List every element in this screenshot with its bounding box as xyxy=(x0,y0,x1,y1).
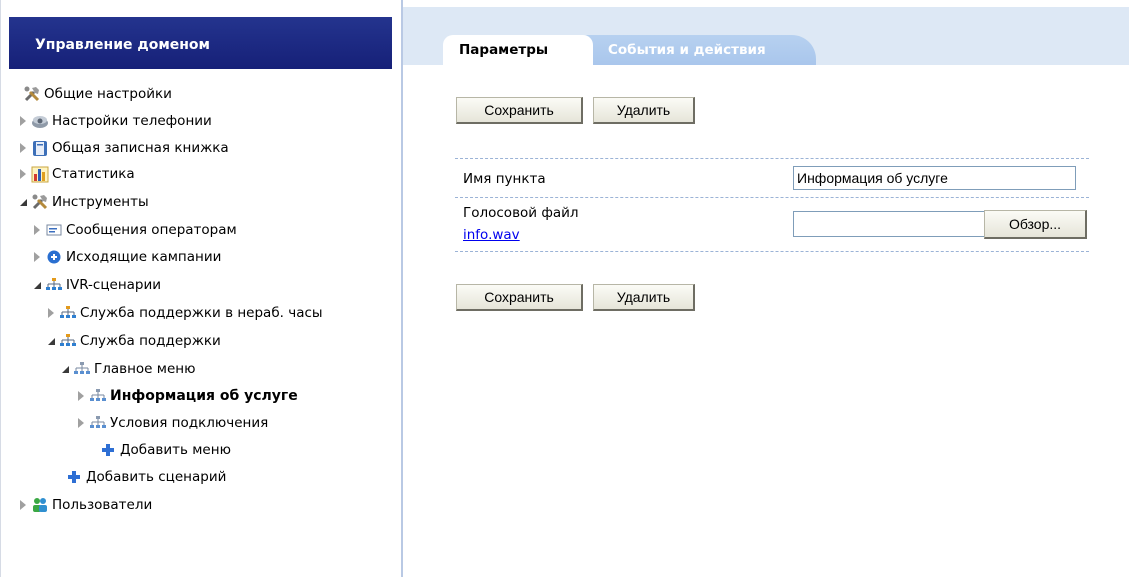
statistics-icon xyxy=(31,165,49,183)
collapse-arrow-icon[interactable] xyxy=(19,197,29,207)
navigation-panel: Управление доменом Общие настройки Настр… xyxy=(0,0,403,577)
name-input[interactable] xyxy=(793,166,1076,190)
expand-arrow-icon[interactable] xyxy=(19,500,29,510)
ivr-tree-icon xyxy=(45,276,63,294)
telephone-icon xyxy=(31,112,49,130)
tree-item-main-menu[interactable]: Главное меню xyxy=(61,357,195,381)
address-book-icon xyxy=(31,139,49,157)
tree-item-tools[interactable]: Инструменты xyxy=(19,190,149,214)
expand-arrow-icon[interactable] xyxy=(19,143,29,153)
panel-title: Управление доменом xyxy=(9,17,392,69)
voice-file-link[interactable]: info.wav xyxy=(463,227,520,243)
tree-item-service-info[interactable]: Информация об услуге xyxy=(77,384,298,408)
tree-item-general-settings[interactable]: Общие настройки xyxy=(23,82,172,106)
save-button-bottom[interactable]: Сохранить xyxy=(456,284,583,311)
tab-bar: События и действия Параметры xyxy=(403,7,1129,65)
campaign-icon xyxy=(45,248,63,266)
tree-item-operator-messages[interactable]: Сообщения операторам xyxy=(33,218,237,242)
delete-button-bottom[interactable]: Удалить xyxy=(593,284,695,311)
voice-file-input[interactable] xyxy=(793,211,985,237)
add-menu-link[interactable]: Добавить меню xyxy=(99,438,231,462)
tab-parameters[interactable]: Параметры xyxy=(443,35,593,65)
tree-item-outbound-campaigns[interactable]: Исходящие кампании xyxy=(33,245,221,269)
tools-icon xyxy=(23,85,41,103)
tree-item-users[interactable]: Пользователи xyxy=(19,493,152,517)
menu-tree-icon xyxy=(89,414,107,432)
expand-arrow-icon[interactable] xyxy=(77,391,87,401)
voice-file-label: Голосовой файл xyxy=(463,205,579,221)
name-field-label: Имя пункта xyxy=(463,171,546,187)
expand-arrow-icon[interactable] xyxy=(47,308,57,318)
menu-tree-icon xyxy=(89,387,107,405)
ivr-tree-icon xyxy=(59,332,77,350)
tree-item-telephony-settings[interactable]: Настройки телефонии xyxy=(19,109,212,133)
expand-arrow-icon[interactable] xyxy=(77,418,87,428)
tree-item-address-book[interactable]: Общая записная книжка xyxy=(19,136,229,160)
message-icon xyxy=(45,221,63,239)
delete-button-top[interactable]: Удалить xyxy=(593,97,695,124)
tree-item-support-after-hours[interactable]: Служба поддержки в нераб. часы xyxy=(47,301,323,325)
save-button-top[interactable]: Сохранить xyxy=(456,97,583,124)
tree-item-support[interactable]: Служба поддержки xyxy=(47,329,221,353)
form-divider xyxy=(455,251,1089,252)
expand-arrow-icon[interactable] xyxy=(19,169,29,179)
collapse-arrow-icon[interactable] xyxy=(33,280,43,290)
collapse-arrow-icon[interactable] xyxy=(47,336,57,346)
menu-tree-icon xyxy=(73,360,91,378)
expand-arrow-icon[interactable] xyxy=(33,252,43,262)
content-area: События и действия Параметры Сохранить У… xyxy=(403,0,1129,577)
expand-arrow-icon[interactable] xyxy=(19,116,29,126)
expand-arrow-icon[interactable] xyxy=(33,225,43,235)
collapse-arrow-icon[interactable] xyxy=(61,364,71,374)
tree-item-ivr-scenarios[interactable]: IVR-сценарии xyxy=(33,273,161,297)
plus-icon xyxy=(99,441,117,459)
form-divider xyxy=(455,158,1089,159)
users-icon xyxy=(31,496,49,514)
plus-icon xyxy=(65,468,83,486)
form-divider xyxy=(455,197,1089,198)
browse-button[interactable]: Обзор... xyxy=(984,210,1087,239)
ivr-tree-icon xyxy=(59,304,77,322)
tree-item-statistics[interactable]: Статистика xyxy=(19,162,135,186)
tree-item-connection-terms[interactable]: Условия подключения xyxy=(77,411,268,435)
tab-events-actions[interactable]: События и действия xyxy=(578,35,816,65)
add-scenario-link[interactable]: Добавить сценарий xyxy=(65,465,226,489)
tools-icon xyxy=(31,193,49,211)
